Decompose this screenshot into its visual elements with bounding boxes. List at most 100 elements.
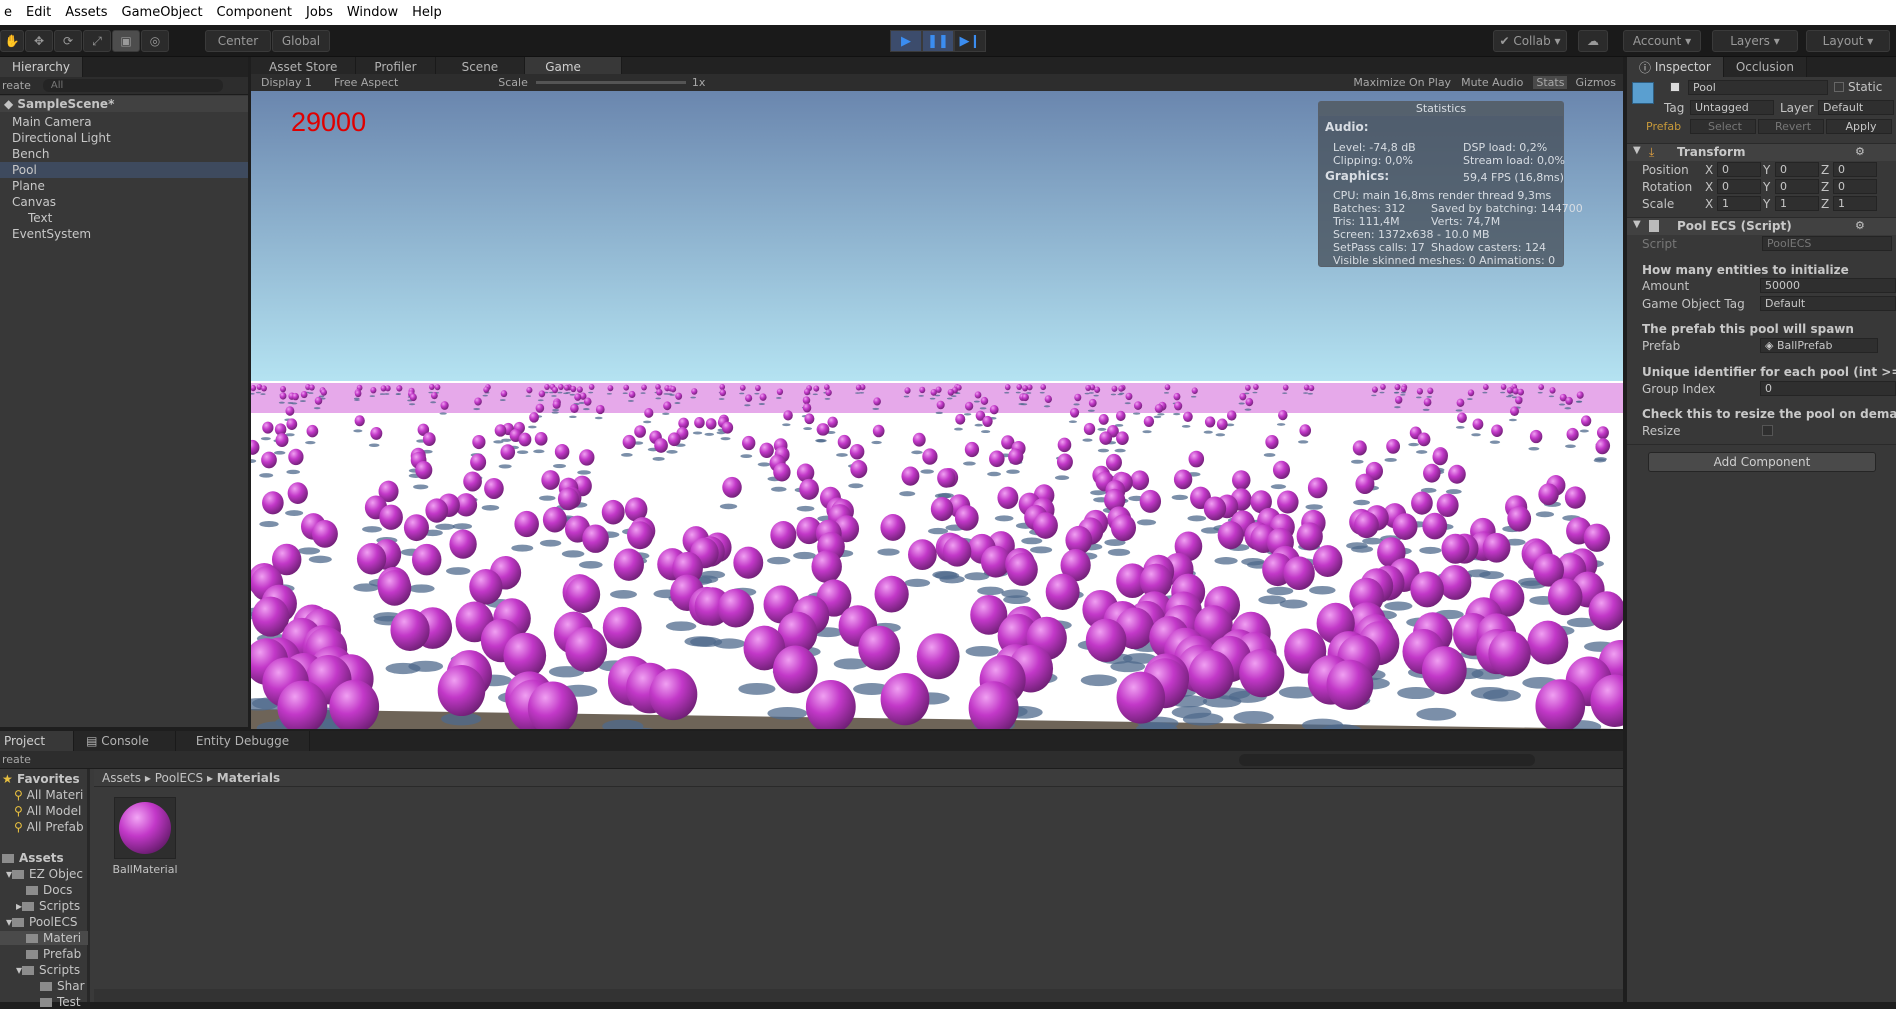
rotation-x-field[interactable]: 0 [1717,179,1761,194]
mute-audio-toggle[interactable]: Mute Audio [1461,76,1523,89]
layer-dropdown[interactable]: Default [1818,100,1894,115]
hierarchy-item-eventsystem[interactable]: EventSystem [0,226,248,242]
tree-materials[interactable]: Materi [0,931,88,945]
tree-poolecs[interactable]: ▾ PoolECS [6,915,77,929]
position-y-label[interactable]: Y [1763,163,1770,177]
scale-z-label[interactable]: Z [1821,197,1829,211]
gameobject-tag-field[interactable]: Default [1760,296,1896,311]
component-settings-icon[interactable]: ⚙ [1855,219,1865,232]
breadcrumb-materials[interactable]: Materials [217,771,280,785]
ball-material-thumbnail[interactable] [114,797,176,859]
tab-project[interactable]: Project [0,731,75,751]
aspect-dropdown[interactable]: Free Aspect [334,76,398,89]
hand-tool-icon[interactable]: ✋ [0,30,24,52]
prefab-select-button[interactable]: Select [1690,119,1756,134]
scale-x-label[interactable]: X [1705,197,1713,211]
position-x-label[interactable]: X [1705,163,1713,177]
foldout-arrow-icon[interactable]: ▼ [1633,145,1641,156]
tree-test[interactable]: Test [40,995,81,1009]
fav-all-materials[interactable]: ⚲ All Materi [14,788,83,802]
position-x-field[interactable]: 0 [1717,162,1761,177]
tree-shared[interactable]: Shar [40,979,85,993]
tab-inspector[interactable]: ⓘ Inspector [1627,57,1724,77]
menu-assets[interactable]: Assets [65,5,107,20]
scale-z-field[interactable]: 1 [1833,196,1877,211]
cloud-icon[interactable]: ☁ [1578,30,1608,52]
account-dropdown[interactable]: Account ▾ [1623,30,1701,52]
rotate-tool-icon[interactable]: ⟳ [54,30,82,52]
tab-entity-debugger[interactable]: Entity Debugge [175,731,311,751]
transform-tool-icon[interactable]: ◎ [141,30,169,52]
rect-tool-icon[interactable]: ▣ [112,30,140,52]
assets-root[interactable]: Assets [2,851,64,865]
layout-dropdown[interactable]: Layout ▾ [1806,30,1890,52]
tree-scripts[interactable]: ▸ Scripts [16,899,80,913]
gizmos-dropdown[interactable]: Gizmos [1575,76,1616,89]
pause-button[interactable]: ❚❚ [922,30,954,52]
static-checkbox[interactable] [1834,82,1844,92]
transform-header[interactable]: ▼ ⤓ Transform ⚙ [1627,143,1896,161]
rotation-y-field[interactable]: 0 [1775,179,1819,194]
rotation-y-label[interactable]: Y [1763,180,1770,194]
rotation-x-label[interactable]: X [1705,180,1713,194]
position-y-field[interactable]: 0 [1775,162,1819,177]
resize-checkbox[interactable] [1762,425,1773,436]
prefab-apply-button[interactable]: Apply [1826,119,1892,134]
hierarchy-item-plane[interactable]: Plane [0,178,248,194]
scale-y-label[interactable]: Y [1763,197,1770,211]
position-z-label[interactable]: Z [1821,163,1829,177]
menu-window[interactable]: Window [347,5,398,20]
display-dropdown[interactable]: Display 1 [261,76,312,89]
position-z-field[interactable]: 0 [1833,162,1877,177]
hierarchy-item-text[interactable]: Text [0,210,248,226]
prefab-field[interactable]: ◈ BallPrefab [1760,338,1878,353]
menu-edit[interactable]: Edit [26,5,51,20]
tree-docs[interactable]: Docs [26,883,72,897]
scale-slider[interactable] [535,81,686,84]
menu-jobs[interactable]: Jobs [306,5,333,20]
component-settings-icon[interactable]: ⚙ [1855,145,1865,158]
favorites-header[interactable]: ★ Favorites [2,772,80,786]
tree-ez-objects[interactable]: ▾ EZ Objec [6,867,83,881]
menu-file[interactable]: e [4,5,12,20]
layers-dropdown[interactable]: Layers ▾ [1712,30,1798,52]
hierarchy-item-canvas[interactable]: Canvas [0,194,248,210]
rotation-z-field[interactable]: 0 [1833,179,1877,194]
step-button[interactable]: ▶❙ [954,30,986,52]
project-create-button[interactable]: reate [2,753,31,766]
foldout-arrow-icon[interactable]: ▼ [1633,219,1641,230]
prefab-revert-button[interactable]: Revert [1758,119,1824,134]
poolecs-header[interactable]: ▼ Pool ECS (Script) ⚙ [1627,217,1896,235]
object-name-field[interactable]: Pool [1688,80,1828,95]
add-component-button[interactable]: Add Component [1648,452,1876,472]
collab-button[interactable]: ✔ Collab ▾ [1493,30,1567,52]
fav-all-models[interactable]: ⚲ All Model [14,804,81,818]
group-index-field[interactable]: 0 [1760,381,1896,396]
breadcrumb-poolecs[interactable]: PoolECS [155,771,203,785]
hierarchy-item-bench[interactable]: Bench [0,146,248,162]
menu-component[interactable]: Component [217,5,292,20]
pivot-center-button[interactable]: Center [205,30,271,52]
stats-toggle[interactable]: Stats [1533,76,1568,89]
menu-help[interactable]: Help [412,5,442,20]
menu-gameobject[interactable]: GameObject [122,5,203,20]
hierarchy-search-input[interactable]: All [42,79,223,92]
project-search-input[interactable] [1238,753,1535,766]
active-checkbox[interactable] [1670,82,1680,92]
game-view[interactable]: 29000 Statistics Audio: Level: -74,8 dB … [251,91,1623,729]
move-tool-icon[interactable]: ✥ [25,30,53,52]
tab-console[interactable]: ▤ Console [74,731,176,751]
fav-all-prefabs[interactable]: ⚲ All Prefab [14,820,84,834]
maximize-on-play-toggle[interactable]: Maximize On Play [1353,76,1451,89]
scale-y-field[interactable]: 1 [1775,196,1819,211]
amount-field[interactable]: 50000 [1760,278,1896,293]
hierarchy-create-button[interactable]: reate [2,79,31,92]
scale-tool-icon[interactable]: ⤢ [83,30,111,52]
tree-scripts-2[interactable]: ▾ Scripts [16,963,80,977]
hierarchy-item-main-camera[interactable]: Main Camera [0,114,248,130]
rotation-z-label[interactable]: Z [1821,180,1829,194]
tag-dropdown[interactable]: Untagged [1690,100,1774,115]
hierarchy-item-directional-light[interactable]: Directional Light [0,130,248,146]
tab-hierarchy[interactable]: Hierarchy [0,57,84,77]
tree-prefabs[interactable]: Prefab [26,947,81,961]
